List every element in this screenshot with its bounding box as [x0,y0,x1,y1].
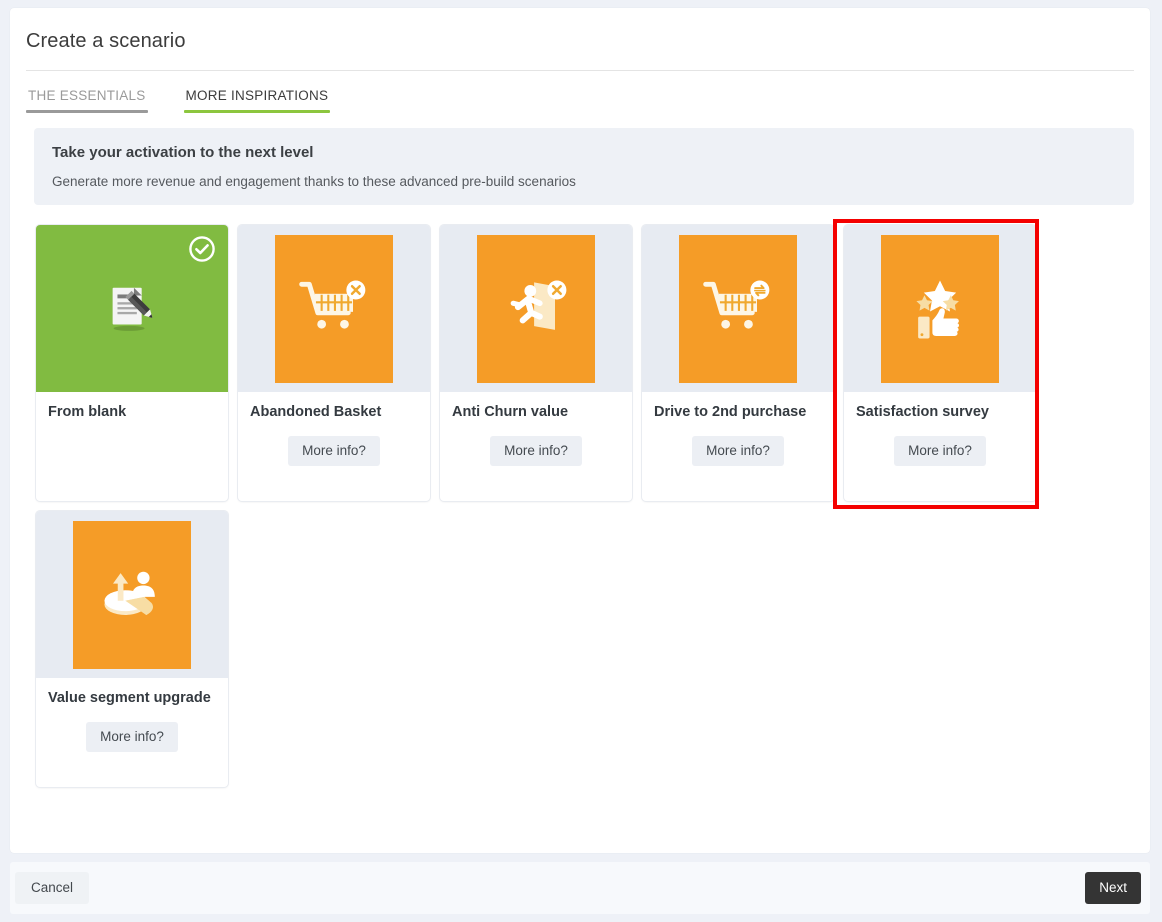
promo-banner: Take your activation to the next level G… [34,128,1134,205]
tab-the-essentials[interactable]: THE ESSENTIALS [26,80,148,113]
card-body: Abandoned Basket More info? [238,392,430,501]
tile-satisfaction-survey [881,234,999,383]
tab-bar: THE ESSENTIALS MORE INSPIRATIONS [26,80,366,113]
card-title: Value segment upgrade [48,690,211,706]
promo-banner-title: Take your activation to the next level [52,144,314,161]
card-title: Drive to 2nd purchase [654,404,807,420]
tab-more-inspirations[interactable]: MORE INSPIRATIONS [183,80,331,113]
scenario-card-value-segment-upgrade[interactable]: Value segment upgrade More info? [36,511,228,787]
scenario-card-grid: From blank Abandoned Basket More info? A… [36,225,1136,787]
card-media [36,511,228,678]
tile-anti-churn-value [477,234,595,383]
cancel-button[interactable]: Cancel [15,872,90,904]
scenario-card-from-blank[interactable]: From blank [36,225,228,501]
page-title: Create a scenario [26,30,186,52]
card-media [36,225,228,392]
scenario-card-abandoned-basket[interactable]: Abandoned Basket More info? [238,225,430,501]
card-title: Anti Churn value [452,404,569,420]
more-info-button[interactable]: More info? [86,721,178,752]
cart-repeat-icon [703,280,770,329]
tab-more-inspirations-label: MORE INSPIRATIONS [185,88,329,103]
tab-the-essentials-underline [26,110,148,113]
dialog-footer: Cancel Next [10,862,1150,914]
pie-chart-person-up-icon [104,571,155,615]
card-body: Drive to 2nd purchase More info? [642,392,834,501]
cart-remove-icon [299,280,366,329]
card-body: Value segment upgrade More info? [36,678,228,787]
card-title: Satisfaction survey [856,404,989,420]
more-info-button[interactable]: More info? [490,435,582,466]
card-body: From blank [36,392,228,501]
promo-banner-subtitle: Generate more revenue and engagement tha… [52,174,576,189]
document-pencil-icon [112,287,153,331]
tab-the-essentials-label: THE ESSENTIALS [28,88,146,103]
scenario-card-anti-churn-value[interactable]: Anti Churn value More info? [440,225,632,501]
card-media [238,225,430,392]
thumbs-up-stars-icon [916,280,960,338]
more-info-button[interactable]: More info? [288,435,380,466]
card-body: Satisfaction survey More info? [844,392,1036,501]
tab-more-inspirations-underline [183,110,331,113]
running-person-exit-icon [510,280,567,330]
scenario-card-drive-to-2nd-purchase[interactable]: Drive to 2nd purchase More info? [642,225,834,501]
tile-drive-to-2nd-purchase [679,234,797,383]
selected-check-icon [189,236,215,262]
tile-value-segment-upgrade [73,520,191,669]
card-body: Anti Churn value More info? [440,392,632,501]
tile-abandoned-basket [275,234,393,383]
more-info-button[interactable]: More info? [692,435,784,466]
card-title: Abandoned Basket [250,404,382,420]
scenario-creation-dialog: Create a scenario THE ESSENTIALS MORE IN… [0,0,1162,922]
more-info-button[interactable]: More info? [894,435,986,466]
title-divider [26,70,1134,71]
main-panel: Create a scenario THE ESSENTIALS MORE IN… [10,8,1150,853]
scenario-card-satisfaction-survey[interactable]: Satisfaction survey More info? [844,225,1036,501]
card-media [844,225,1036,392]
card-title: From blank [48,404,127,420]
card-media [642,225,834,392]
card-media [440,225,632,392]
next-button[interactable]: Next [1085,872,1141,904]
